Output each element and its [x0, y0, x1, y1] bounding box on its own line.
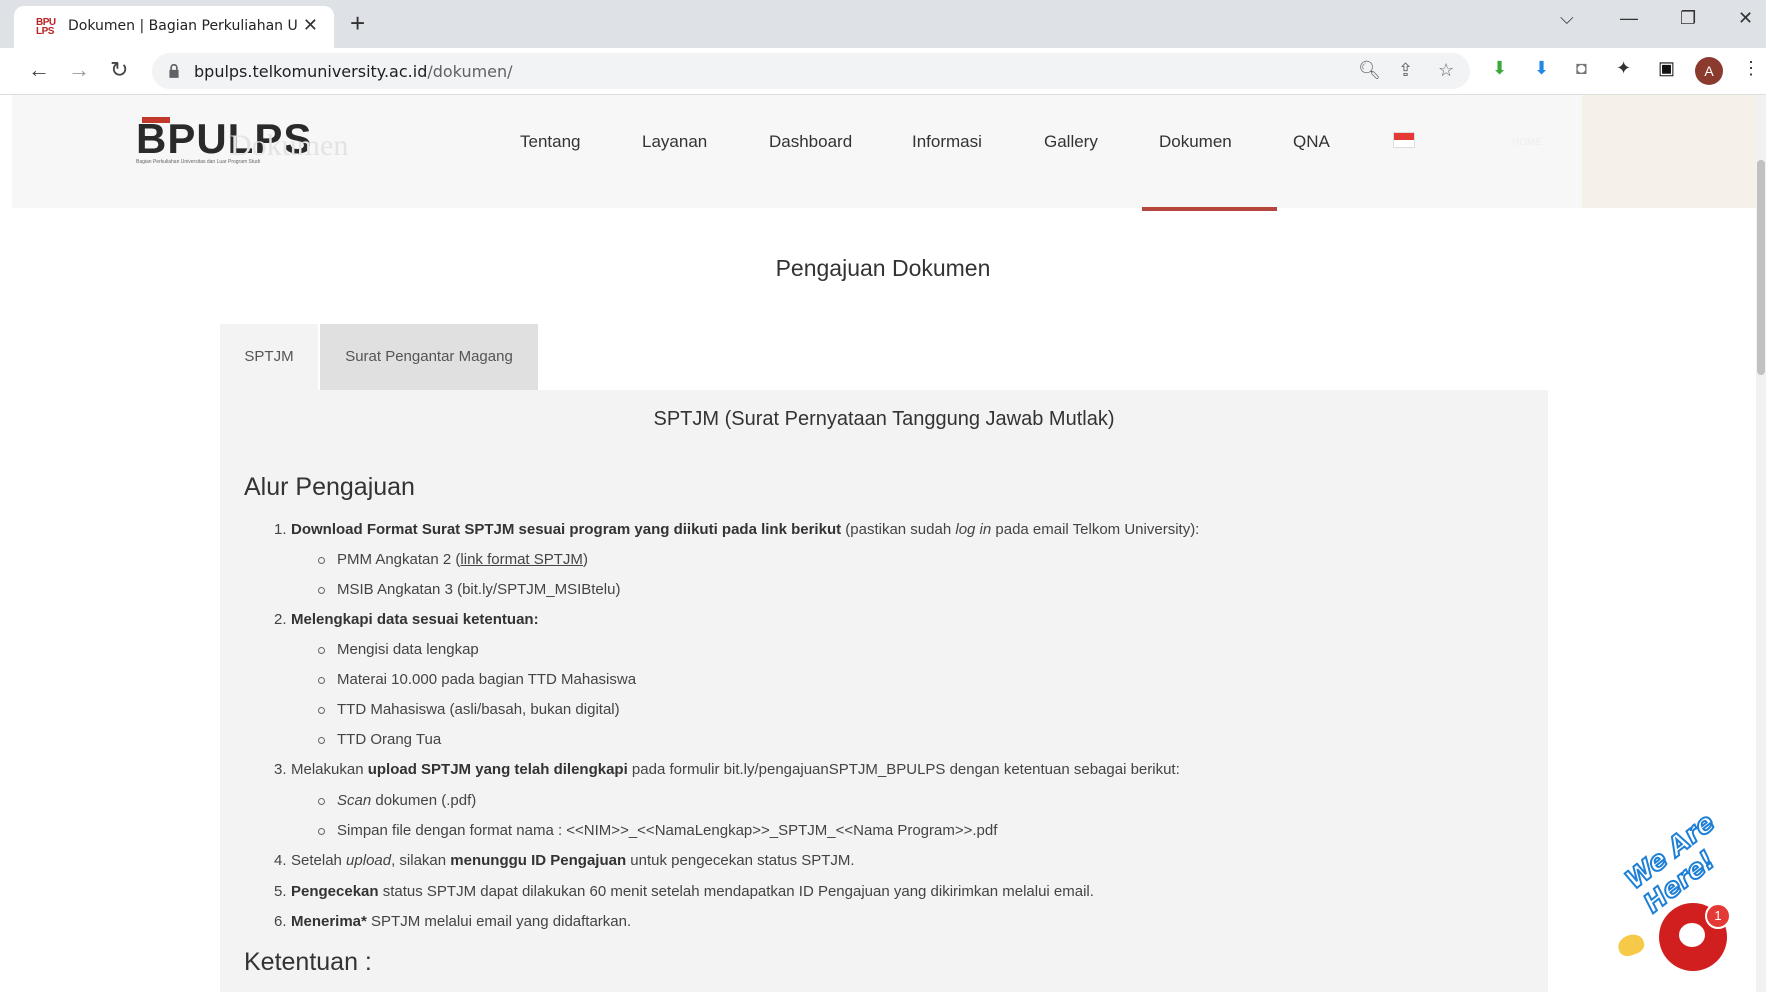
alur-heading: Alur Pengajuan — [244, 473, 415, 501]
step-1: Download Format Surat SPTJM sesuai progr… — [291, 521, 1200, 538]
page-title: Pengajuan Dokumen — [775, 255, 991, 281]
site-header: BPULPS Bagian Perkuliahan Universitas da… — [12, 95, 1582, 208]
url-text: bpulps.telkomuniversity.ac.id/dokumen/ — [194, 62, 513, 81]
panel-title: SPTJM (Surat Pernyataan Tanggung Jawab M… — [653, 408, 1115, 430]
step-number: 6. — [274, 913, 287, 930]
step-3-item: Simpan file dengan format nama : <<NIM>>… — [337, 822, 998, 839]
bullet-icon — [318, 737, 325, 744]
step-6: Menerima* SPTJM melalui email yang didaf… — [291, 913, 632, 930]
step-number: 1. — [274, 521, 287, 538]
browser-tab-bar: BPU LPS Dokumen | Bagian Perkuliahan U ✕… — [0, 0, 1766, 48]
minimize-icon[interactable]: — — [1620, 8, 1638, 29]
indonesia-flag-icon[interactable] — [1393, 132, 1415, 148]
camera-icon[interactable]: ◘ — [1576, 58, 1587, 79]
avatar[interactable]: A — [1695, 57, 1723, 85]
new-tab-button[interactable]: + — [350, 8, 365, 39]
bullet-icon — [318, 677, 325, 684]
step-1-item-pmm: PMM Angkatan 2 (link format SPTJM) — [337, 551, 588, 568]
tab-title: Dokumen | Bagian Perkuliahan U — [68, 18, 298, 34]
step-2-item: Materai 10.000 pada bagian TTD Mahasiswa — [337, 671, 637, 688]
nav-qna[interactable]: QNA — [1293, 132, 1330, 152]
nav-layanan[interactable]: Layanan — [642, 132, 707, 152]
waving-hand-icon — [1615, 931, 1647, 959]
sidebar-icon[interactable]: ▣ — [1658, 58, 1675, 79]
step-number: 5. — [274, 883, 287, 900]
step-number: 4. — [274, 852, 287, 869]
nav-tentang[interactable]: Tentang — [520, 132, 581, 152]
tab-panel-sptjm: SPTJM (Surat Pernyataan Tanggung Jawab M… — [220, 390, 1548, 992]
browser-tab[interactable]: BPU LPS Dokumen | Bagian Perkuliahan U ✕ — [14, 6, 334, 48]
step-number: 2. — [274, 611, 287, 628]
step-4: Setelah upload, silakan menunggu ID Peng… — [291, 852, 855, 869]
home-ghost-text: HOME — [1512, 137, 1542, 148]
share-icon[interactable]: ⇪ — [1398, 60, 1413, 81]
step-2: Melengkapi data sesuai ketentuan: — [291, 611, 539, 628]
site-favicon-icon: BPU LPS — [36, 17, 56, 37]
zoom-icon[interactable]: 🔍︎ — [1358, 60, 1381, 81]
step-number: 3. — [274, 761, 287, 778]
step-3-item: Scan dokumen (.pdf) — [337, 792, 477, 809]
tab-surat-pengantar-magang[interactable]: Surat Pengantar Magang — [320, 324, 538, 390]
forward-arrow-icon[interactable]: → — [68, 57, 90, 83]
address-bar[interactable]: bpulps.telkomuniversity.ac.id/dokumen/ 🔍… — [152, 53, 1470, 89]
we-are-here-banner[interactable]: We Are Here! — [1619, 782, 1766, 920]
step-2-item: Mengisi data lengkap — [337, 641, 479, 658]
chat-notification-badge: 1 — [1705, 903, 1731, 929]
step-2-item: TTD Orang Tua — [337, 731, 442, 748]
bullet-icon — [318, 798, 325, 805]
tab-sptjm[interactable]: SPTJM — [220, 324, 318, 390]
bullet-icon — [318, 828, 325, 835]
star-icon[interactable]: ☆ — [1438, 60, 1454, 81]
tab-search-icon[interactable]: ⌵ — [1560, 8, 1574, 29]
bullet-icon — [318, 557, 325, 564]
extension-download-icon[interactable]: ⬇ — [1492, 58, 1507, 79]
ghost-page-title: Dokumen — [230, 129, 349, 162]
menu-icon[interactable]: ⋮ — [1742, 58, 1760, 79]
restore-icon[interactable]: ❐ — [1680, 8, 1696, 29]
bullet-icon — [318, 707, 325, 714]
nav-active-indicator — [1142, 207, 1277, 211]
bullet-icon — [318, 647, 325, 654]
lock-icon — [169, 63, 179, 78]
reload-icon[interactable]: ↻ — [110, 57, 128, 83]
logo-flag-icon — [142, 117, 170, 123]
bullet-icon — [318, 587, 325, 594]
puzzle-icon[interactable]: ✦ — [1616, 58, 1631, 79]
nav-dokumen[interactable]: Dokumen — [1159, 132, 1232, 152]
extension-idm-icon[interactable]: ⬇ — [1534, 58, 1549, 79]
back-arrow-icon[interactable]: ← — [28, 57, 50, 83]
ketentuan-heading: Ketentuan : — [244, 948, 372, 976]
step-2-item: TTD Mahasiswa (asli/basah, bukan digital… — [337, 701, 620, 718]
step-3: Melakukan upload SPTJM yang telah dileng… — [291, 761, 1180, 778]
close-window-icon[interactable]: ✕ — [1738, 8, 1753, 29]
nav-dashboard[interactable]: Dashboard — [769, 132, 852, 152]
link-format-sptjm[interactable]: link format SPTJM — [460, 551, 583, 568]
step-1-item-msib: MSIB Angkatan 3 (bit.ly/SPTJM_MSIBtelu) — [337, 581, 621, 598]
nav-gallery[interactable]: Gallery — [1044, 132, 1098, 152]
tab-close-icon[interactable]: ✕ — [303, 15, 318, 36]
header-right-panel — [1582, 95, 1757, 208]
step-5: Pengecekan status SPTJM dapat dilakukan … — [291, 883, 1094, 900]
scrollbar-thumb[interactable] — [1757, 160, 1765, 375]
chat-bubble-icon — [1679, 923, 1705, 947]
nav-informasi[interactable]: Informasi — [912, 132, 982, 152]
